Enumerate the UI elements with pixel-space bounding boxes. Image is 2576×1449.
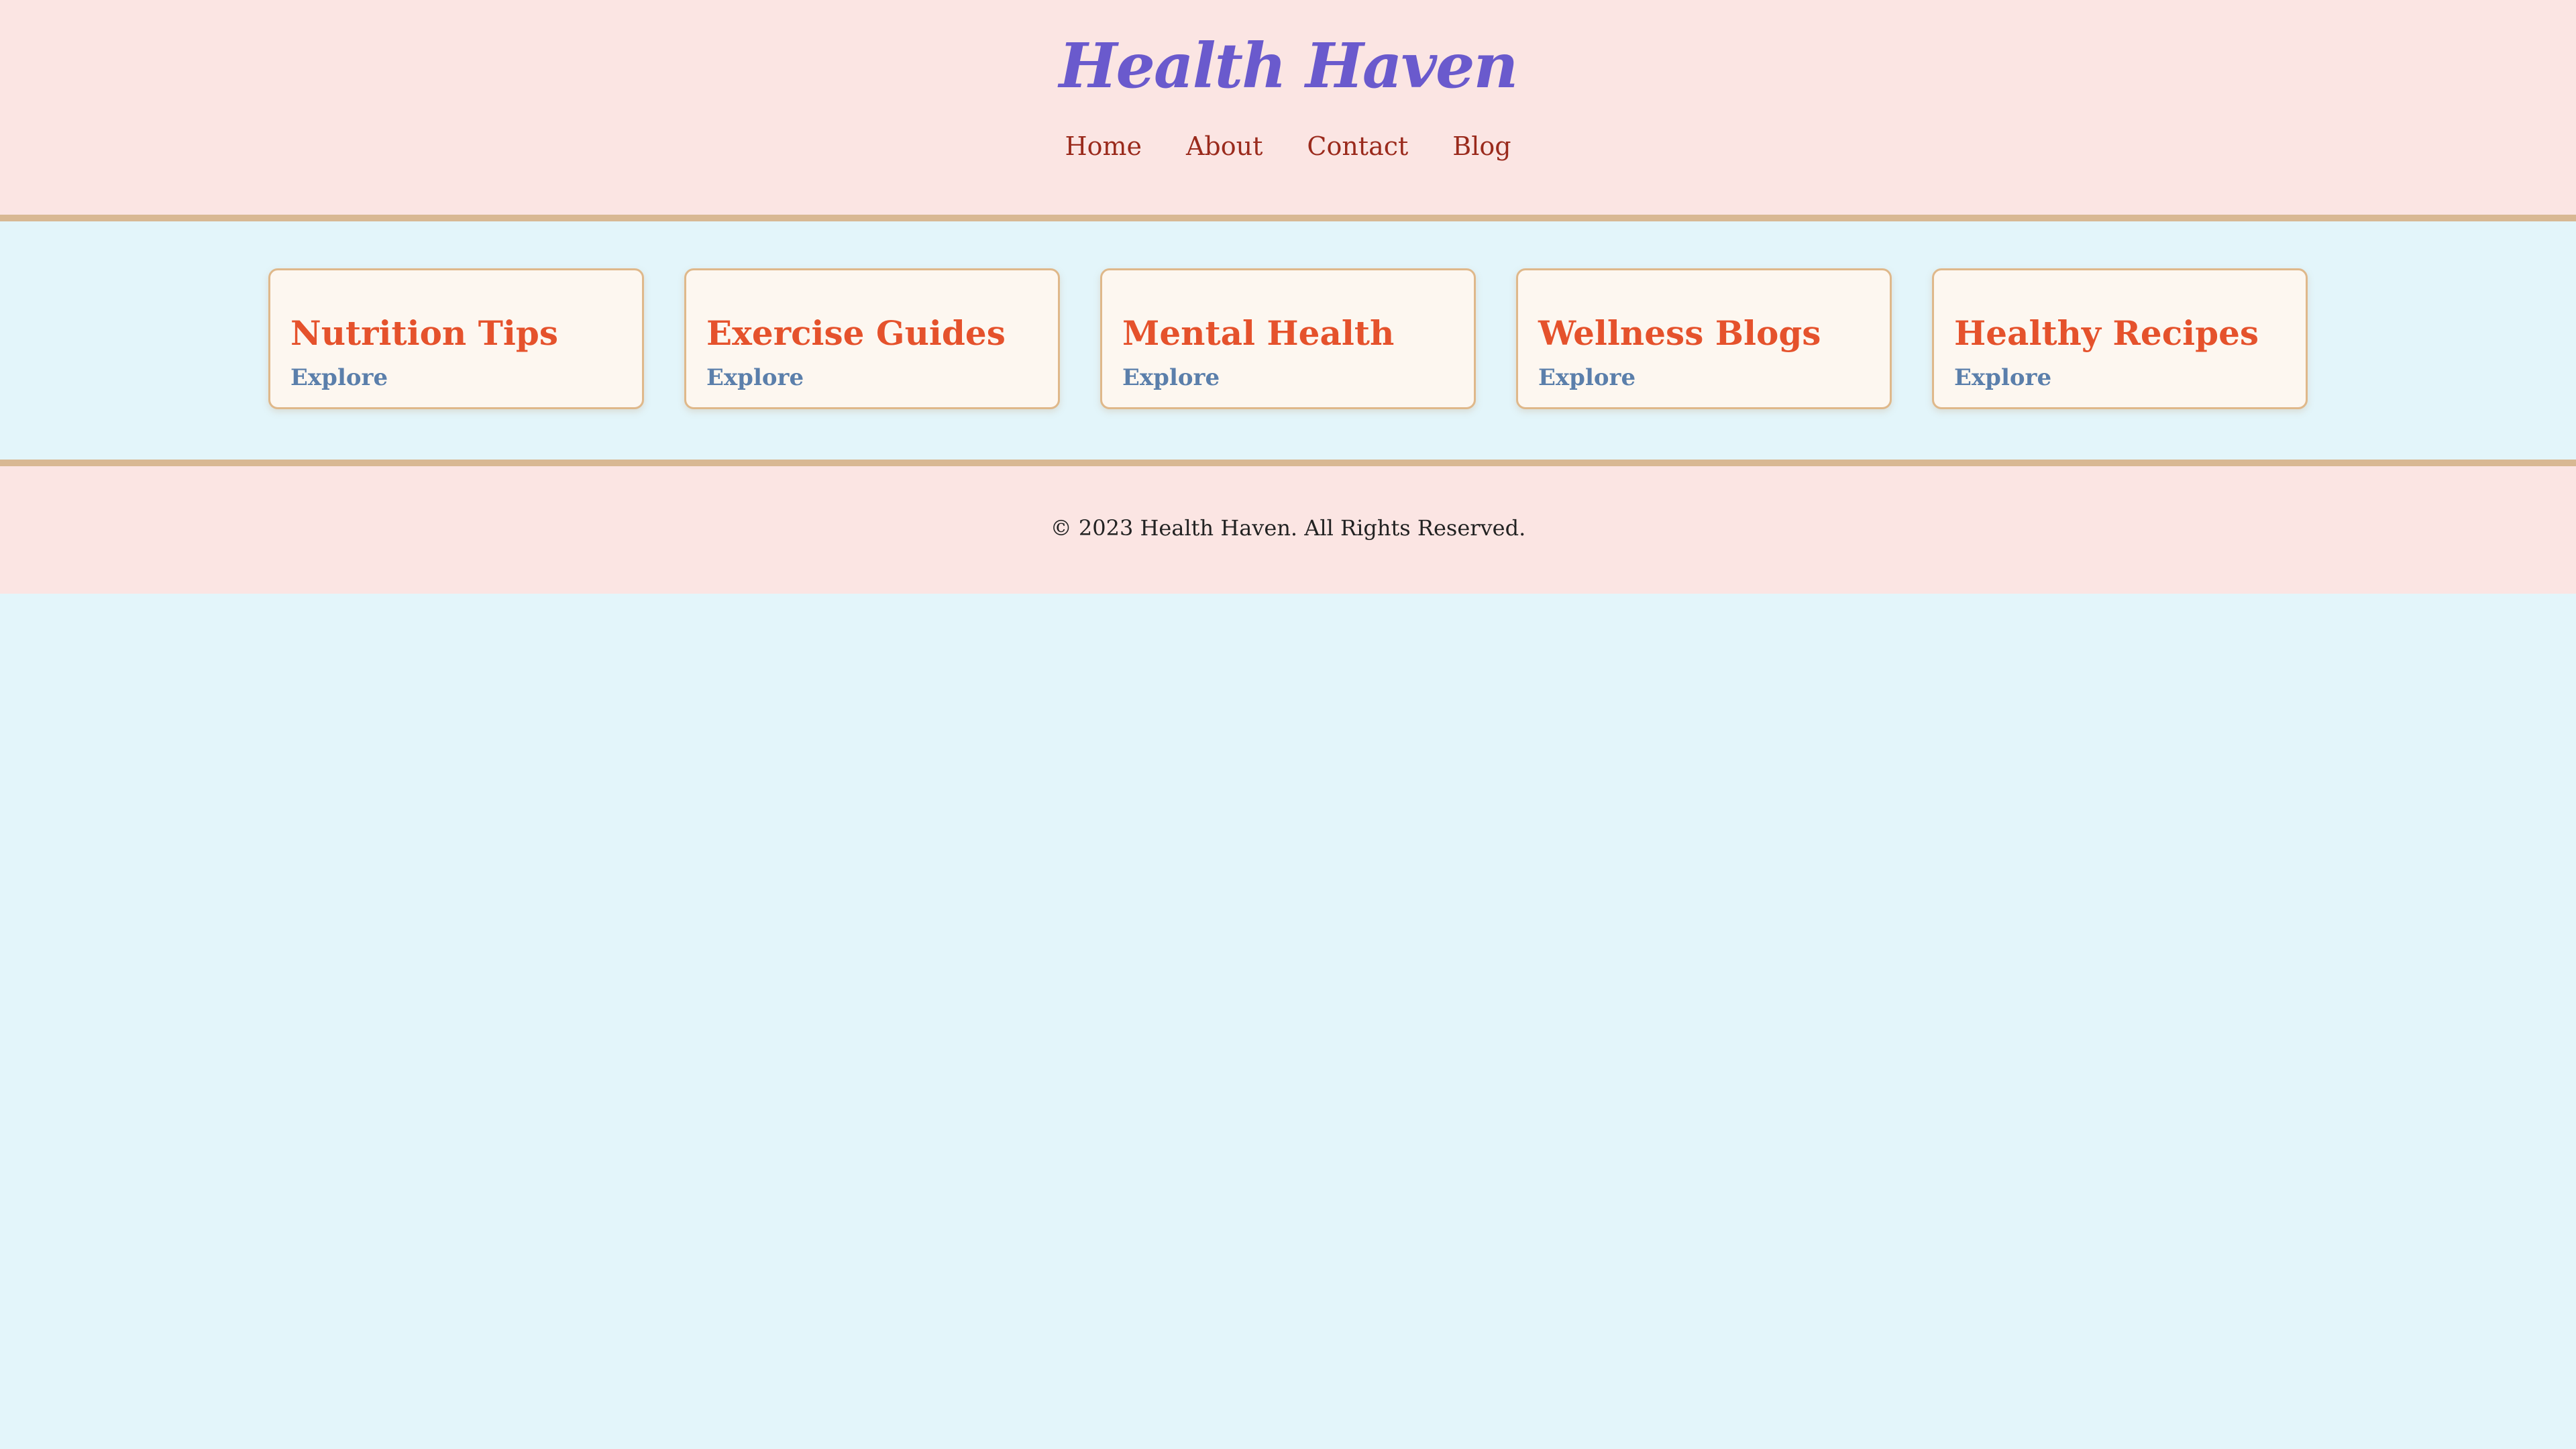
explore-link[interactable]: Explore xyxy=(1954,363,2051,392)
explore-link[interactable]: Explore xyxy=(290,363,388,392)
category-cards: Nutrition Tips Explore Exercise Guides E… xyxy=(0,268,2576,409)
card-title: Mental Health xyxy=(1122,313,1395,353)
card-title: Healthy Recipes xyxy=(1954,313,2259,353)
explore-link[interactable]: Explore xyxy=(1122,363,1220,392)
card-title: Nutrition Tips xyxy=(290,313,558,353)
main-nav: Home About Contact Blog xyxy=(0,126,2576,166)
card-exercise-guides[interactable]: Exercise Guides Explore xyxy=(684,268,1060,409)
site-footer: © 2023 Health Haven. All Rights Reserved… xyxy=(0,460,2576,594)
nav-link-contact[interactable]: Contact xyxy=(1307,126,1408,166)
nav-link-blog[interactable]: Blog xyxy=(1452,126,1511,166)
card-mental-health[interactable]: Mental Health Explore xyxy=(1100,268,1476,409)
site-logo[interactable]: Health Haven xyxy=(0,25,2576,106)
card-wellness-blogs[interactable]: Wellness Blogs Explore xyxy=(1516,268,1892,409)
explore-link[interactable]: Explore xyxy=(706,363,804,392)
card-title: Wellness Blogs xyxy=(1538,313,1821,353)
copyright-text: © 2023 Health Haven. All Rights Reserved… xyxy=(1050,515,1526,541)
explore-link[interactable]: Explore xyxy=(1538,363,1635,392)
card-healthy-recipes[interactable]: Healthy Recipes Explore xyxy=(1932,268,2308,409)
nav-link-home[interactable]: Home xyxy=(1065,126,1142,166)
card-title: Exercise Guides xyxy=(706,313,1006,353)
site-header: Health Haven Home About Contact Blog xyxy=(0,0,2576,221)
card-nutrition-tips[interactable]: Nutrition Tips Explore xyxy=(268,268,644,409)
nav-link-about[interactable]: About xyxy=(1186,126,1263,166)
